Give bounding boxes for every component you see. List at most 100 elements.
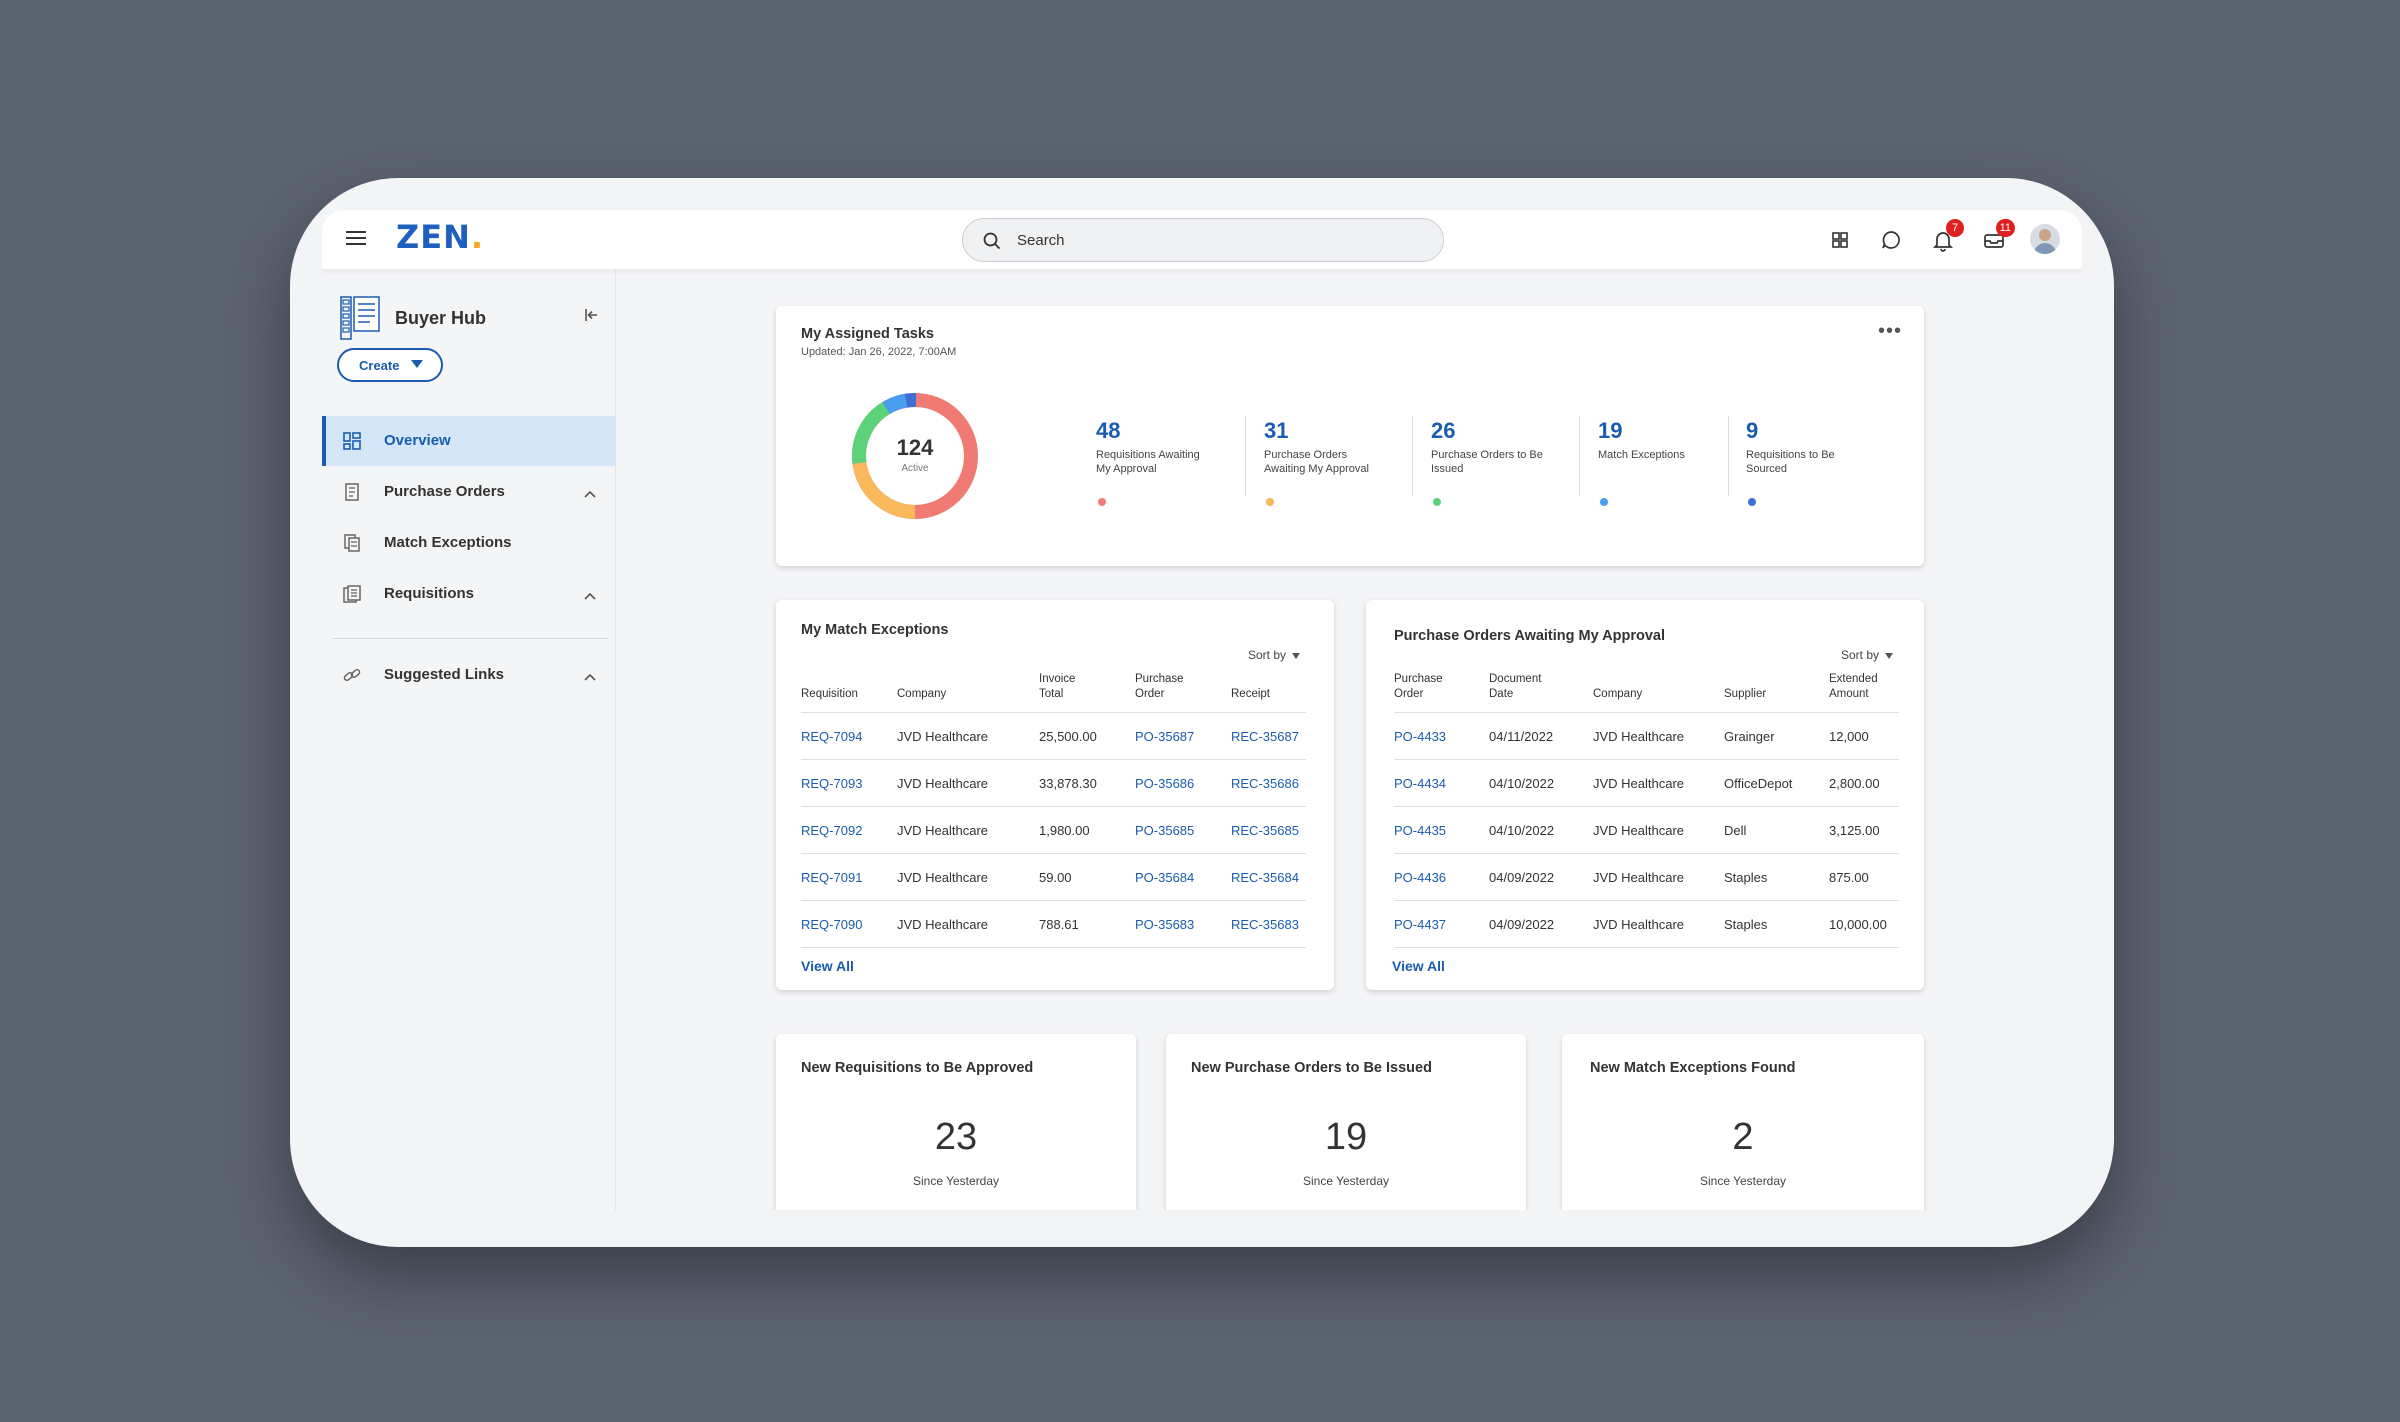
sidebar-item-requisitions[interactable]: Requisitions (322, 569, 616, 619)
apps-grid-icon[interactable] (1827, 227, 1853, 253)
metric-requisitions-awaiting[interactable]: 48 Requisitions Awaiting My Approval (1096, 418, 1216, 506)
purchase-order-link[interactable]: PO-35687 (1135, 712, 1231, 760)
requisition-link[interactable]: REQ-7093 (801, 759, 897, 807)
card-title: My Match Exceptions (801, 622, 949, 638)
summary-card-match-exceptions[interactable]: New Match Exceptions Found 2 Since Yeste… (1562, 1034, 1924, 1210)
sidebar-item-label: Match Exceptions (384, 534, 512, 551)
sidebar-item-suggested-links[interactable]: Suggested Links (322, 650, 616, 700)
column-header-text: Purchase Order (1394, 673, 1443, 700)
sort-by-dropdown[interactable]: Sort by (1841, 648, 1894, 662)
requisition-link[interactable]: REQ-7091 (801, 853, 897, 901)
column-header: Receipt (1231, 688, 1270, 700)
summary-card-purchase-orders[interactable]: New Purchase Orders to Be Issued 19 Sinc… (1166, 1034, 1526, 1210)
invoice-total-cell: 59.00 (1039, 853, 1135, 901)
purchase-order-link[interactable]: PO-4433 (1394, 712, 1489, 760)
table-row: PO-4434 04/10/2022 JVD Healthcare OfficeDep… (1394, 759, 1899, 807)
donut-total: 124 (896, 435, 934, 460)
search-bar[interactable] (962, 218, 1444, 262)
summary-card-requisitions[interactable]: New Requisitions to Be Approved 23 Since… (776, 1034, 1136, 1210)
supplier-cell: Staples (1724, 853, 1829, 901)
card-title: My Assigned Tasks (801, 326, 934, 342)
chevron-up-icon[interactable] (584, 587, 596, 605)
metric-label: Purchase Orders Awaiting My Approval (1264, 449, 1369, 475)
purchase-order-link[interactable]: PO-4434 (1394, 759, 1489, 807)
metric-color-dot (1098, 498, 1106, 506)
receipt-link[interactable]: REC-35687 (1231, 712, 1306, 760)
inbox-icon[interactable]: 11 (1981, 219, 2015, 253)
user-avatar[interactable] (2030, 224, 2060, 254)
document-date-cell: 04/11/2022 (1489, 712, 1593, 760)
requisition-link[interactable]: REQ-7094 (801, 712, 897, 760)
list-document-icon (342, 584, 362, 609)
notifications-bell-icon[interactable]: 7 (1930, 219, 1964, 253)
inbox-badge: 11 (1995, 219, 2015, 237)
search-input[interactable] (1017, 219, 1417, 261)
purchase-order-link[interactable]: PO-35685 (1135, 806, 1231, 854)
chat-icon[interactable] (1878, 227, 1904, 253)
view-all-link[interactable]: View All (1392, 958, 1445, 974)
purchase-order-link[interactable]: PO-4437 (1394, 900, 1489, 948)
metric-po-awaiting[interactable]: 31 Purchase Orders Awaiting My Approval (1264, 418, 1384, 506)
caret-down-icon (411, 360, 423, 368)
collapse-sidebar-icon[interactable] (584, 308, 598, 327)
more-options-icon[interactable]: ••• (1878, 321, 1902, 341)
document-date-cell: 04/09/2022 (1489, 900, 1593, 948)
metric-separator (1728, 416, 1729, 496)
extended-amount-cell: 10,000.00 (1829, 900, 1899, 948)
receipt-link[interactable]: REC-35685 (1231, 806, 1306, 854)
purchase-order-link[interactable]: PO-4435 (1394, 806, 1489, 854)
summary-value: 19 (1324, 1116, 1368, 1158)
receipt-link[interactable]: REC-35684 (1231, 853, 1306, 901)
table-row: PO-4436 04/09/2022 JVD Healthcare Staples 87… (1394, 853, 1899, 901)
sidebar-item-overview[interactable]: Overview (322, 416, 616, 466)
receipt-link[interactable]: REC-35683 (1231, 900, 1306, 948)
sidebar-item-match-exceptions[interactable]: Match Exceptions (322, 518, 616, 568)
create-button-label: Create (359, 357, 400, 373)
sidebar-divider (332, 638, 608, 639)
column-header: Purchase Order (1135, 672, 1231, 713)
purchase-order-link[interactable]: PO-35686 (1135, 759, 1231, 807)
hub-title: Buyer Hub (395, 308, 487, 328)
sidebar: Buyer Hub Create Overview Purchase Order… (322, 270, 616, 1210)
metric-match-exceptions[interactable]: 19 Match Exceptions (1598, 418, 1718, 506)
metric-value: 19 (1598, 418, 1623, 443)
metric-po-to-be-issued[interactable]: 26 Purchase Orders to Be Issued (1431, 418, 1551, 506)
dashboard-icon (342, 431, 362, 456)
purchase-order-link[interactable]: PO-4436 (1394, 853, 1489, 901)
sidebar-item-label: Purchase Orders (384, 483, 505, 500)
hamburger-menu-icon[interactable] (346, 231, 366, 247)
supplier-cell: OfficeDepot (1724, 759, 1829, 807)
link-icon (342, 665, 362, 690)
column-header-text: Extended Amount (1829, 673, 1878, 700)
metric-requisitions-sourced[interactable]: 9 Requisitions to Be Sourced (1746, 418, 1866, 506)
column-header: Company (897, 688, 947, 700)
chevron-up-icon[interactable] (584, 485, 596, 503)
view-all-link[interactable]: View All (801, 958, 854, 974)
summary-since: Since Yesterday (912, 1174, 1000, 1188)
requisition-link[interactable]: REQ-7090 (801, 900, 897, 948)
purchase-order-link[interactable]: PO-35684 (1135, 853, 1231, 901)
card-title: Purchase Orders Awaiting My Approval (1394, 628, 1666, 644)
table-row: PO-4437 04/09/2022 JVD Healthcare Staples 10… (1394, 900, 1899, 948)
document-date-cell: 04/09/2022 (1489, 853, 1593, 901)
company-cell: JVD Healthcare (897, 806, 1039, 854)
create-button[interactable]: Create (337, 348, 443, 382)
sidebar-item-purchase-orders[interactable]: Purchase Orders (322, 467, 616, 517)
sidebar-item-label: Suggested Links (384, 666, 505, 683)
column-header: Supplier (1724, 688, 1767, 700)
table-row: REQ-7090 JVD Healthcare 788.61 PO-35683 REC-… (801, 900, 1306, 948)
chevron-up-icon[interactable] (584, 668, 596, 686)
app-logo[interactable]: ZEN. (396, 218, 484, 256)
receipt-link[interactable]: REC-35686 (1231, 759, 1306, 807)
buyer-hub-icon (340, 296, 380, 345)
assigned-tasks-card: My Assigned Tasks Updated: Jan 26, 2022,… (776, 306, 1924, 566)
invoice-total-cell: 788.61 (1039, 900, 1135, 948)
summary-value: 2 (1732, 1116, 1754, 1158)
metric-separator (1412, 416, 1413, 496)
requisition-link[interactable]: REQ-7092 (801, 806, 897, 854)
purchase-order-link[interactable]: PO-35683 (1135, 900, 1231, 948)
app-screen: ZEN. 7 11 (322, 210, 2082, 1210)
sort-by-dropdown[interactable]: Sort by (1248, 648, 1301, 662)
sidebar-item-label: Requisitions (384, 585, 475, 602)
extended-amount-cell: 875.00 (1829, 853, 1899, 901)
